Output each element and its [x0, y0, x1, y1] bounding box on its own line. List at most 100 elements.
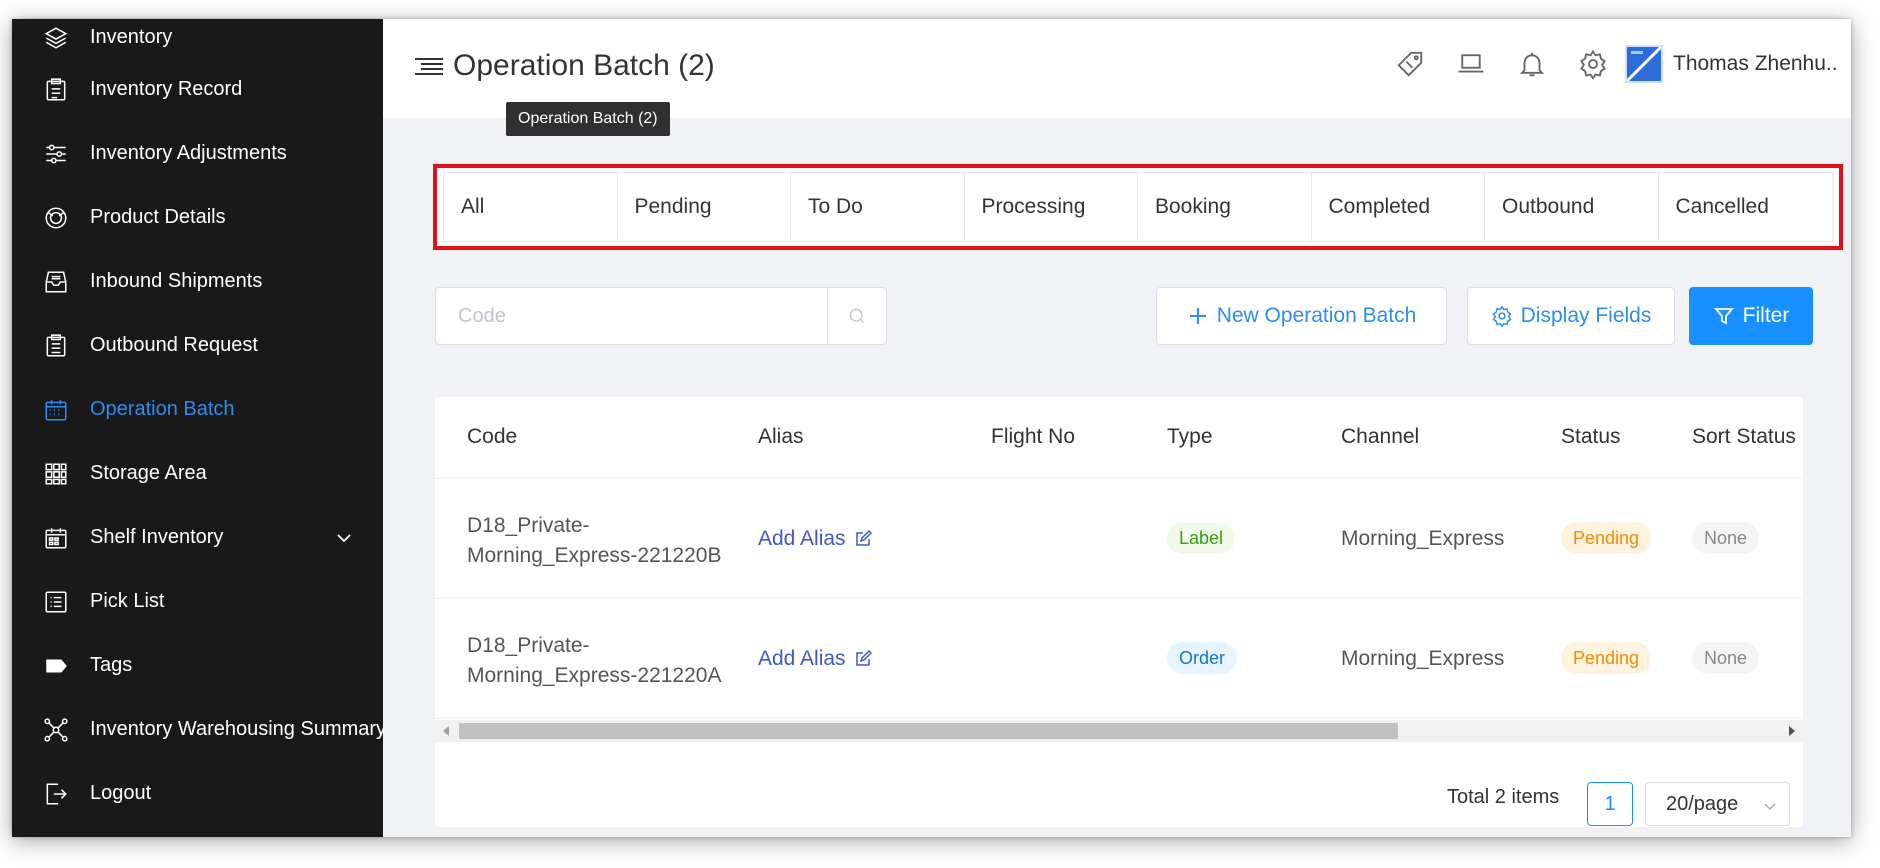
batch-table: Code Alias Flight No Type Channel Status…: [435, 397, 1803, 827]
sidebar-item-label: Shelf Inventory: [90, 526, 224, 548]
sidebar-item-label: Product Details: [90, 206, 226, 228]
gear-icon: [1492, 305, 1512, 327]
table-row[interactable]: D18_Private- Morning_Express-221220A Add…: [435, 599, 1803, 719]
sidebar-item-pick-list[interactable]: Pick List: [12, 577, 383, 627]
column-header-type[interactable]: Type: [1167, 425, 1213, 449]
pagination-page-1[interactable]: 1: [1587, 782, 1633, 826]
filter-label: Filter: [1742, 304, 1790, 327]
sidebar-item-label: Logout: [90, 782, 152, 804]
chevron-down-icon: [1764, 803, 1776, 811]
scroll-right-icon[interactable]: [1789, 726, 1795, 736]
status-badge: Pending: [1561, 522, 1652, 554]
gear-icon[interactable]: [1578, 49, 1608, 80]
add-alias-link[interactable]: Add Alias: [758, 527, 872, 551]
price-tag-icon[interactable]: [1395, 49, 1425, 79]
code-line: D18_Private-: [467, 634, 590, 657]
sidebar-item-label: Inventory: [90, 26, 173, 48]
sidebar-item-label: Outbound Request: [90, 334, 258, 356]
sidebar-item-outbound-request[interactable]: Outbound Request: [12, 321, 383, 371]
app-window: Inventory Inventory Record Inventory Adj…: [12, 19, 1851, 837]
sidebar-item-label: Inventory Adjustments: [90, 142, 287, 164]
tab-outbound[interactable]: Outbound: [1485, 173, 1659, 241]
tag-icon: [42, 652, 70, 680]
user-name[interactable]: Thomas Zhenhu..: [1673, 52, 1838, 76]
add-alias-link[interactable]: Add Alias: [758, 647, 872, 671]
column-header-channel[interactable]: Channel: [1341, 425, 1419, 449]
sidebar-item-tags[interactable]: Tags: [12, 641, 383, 691]
clipboard-list-icon: [42, 332, 70, 360]
search-icon[interactable]: [828, 288, 886, 344]
filter-icon: [1713, 308, 1734, 325]
sidebar-item-operation-batch[interactable]: Operation Batch: [12, 385, 383, 435]
sidebar-item-inventory[interactable]: Inventory: [12, 19, 383, 63]
add-alias-label: Add Alias: [758, 647, 846, 670]
sidebar-item-inventory-adjustments[interactable]: Inventory Adjustments: [12, 129, 383, 179]
status-tabs-highlight: All Pending To Do Processing Booking Com…: [433, 164, 1843, 250]
sidebar-item-storage-area[interactable]: Storage Area: [12, 449, 383, 499]
code-line: Morning_Express-221220B: [467, 544, 722, 567]
column-header-alias[interactable]: Alias: [758, 425, 804, 449]
logout-icon: [42, 780, 70, 808]
sidebar-item-inventory-record[interactable]: Inventory Record: [12, 65, 383, 115]
shelf-icon: [42, 524, 70, 552]
menu-toggle-icon[interactable]: [413, 54, 445, 82]
main-content: Operation Batch (2) Operation Batch (2) …: [383, 19, 1851, 837]
tab-pending[interactable]: Pending: [618, 173, 791, 241]
new-operation-batch-button[interactable]: New Operation Batch: [1156, 287, 1447, 345]
tab-processing[interactable]: Processing: [965, 173, 1138, 241]
avatar[interactable]: [1625, 45, 1663, 83]
sidebar-item-label: Operation Batch: [90, 398, 235, 420]
page-size-value: 20/page: [1666, 792, 1739, 815]
tab-completed[interactable]: Completed: [1312, 173, 1485, 241]
tab-all[interactable]: All: [444, 173, 618, 241]
layers-icon: [42, 24, 70, 52]
scroll-left-icon[interactable]: [443, 726, 449, 736]
sidebar: Inventory Inventory Record Inventory Adj…: [12, 19, 383, 837]
list-icon: [42, 588, 70, 616]
sliders-icon: [42, 140, 70, 168]
sort-status-badge: None: [1692, 522, 1760, 554]
sidebar-item-label: Tags: [90, 654, 133, 676]
search-input[interactable]: [436, 288, 829, 344]
tab-cancelled[interactable]: Cancelled: [1659, 173, 1832, 241]
pagination-total: Total 2 items: [1447, 786, 1560, 808]
type-badge: Label: [1167, 522, 1236, 554]
calendar-icon: [42, 396, 70, 424]
bell-icon[interactable]: [1517, 49, 1547, 79]
table-header: Code Alias Flight No Type Channel Status…: [435, 397, 1803, 479]
column-header-flight-no[interactable]: Flight No: [991, 425, 1075, 449]
sort-status-badge: None: [1692, 642, 1760, 674]
sidebar-item-logout[interactable]: Logout: [12, 769, 383, 819]
tab-to-do[interactable]: To Do: [791, 173, 965, 241]
clipboard-icon: [42, 76, 70, 104]
code-cell: D18_Private- Morning_Express-221220B: [467, 511, 721, 571]
sidebar-item-label: Storage Area: [90, 462, 207, 484]
channel-cell: Morning_Express: [1341, 647, 1505, 670]
sidebar-item-inbound-shipments[interactable]: Inbound Shipments: [12, 257, 383, 307]
sidebar-item-label: Inventory Record: [90, 78, 243, 100]
page-size-select[interactable]: 20/page: [1645, 782, 1790, 826]
sidebar-item-inventory-warehousing-summary[interactable]: Inventory Warehousing Summary: [12, 705, 383, 755]
chevron-down-icon[interactable]: [334, 528, 354, 548]
tab-booking[interactable]: Booking: [1138, 173, 1312, 241]
column-header-code[interactable]: Code: [467, 425, 517, 449]
sidebar-item-shelf-inventory[interactable]: Shelf Inventory: [12, 513, 383, 563]
title-tooltip: Operation Batch (2): [506, 102, 670, 136]
filter-button[interactable]: Filter: [1689, 287, 1813, 345]
column-header-status[interactable]: Status: [1561, 425, 1621, 449]
search-box: [435, 287, 887, 345]
column-header-sort-status[interactable]: Sort Status: [1692, 425, 1796, 449]
product-icon: [42, 204, 70, 232]
horizontal-scrollbar[interactable]: [435, 720, 1803, 742]
table-row[interactable]: D18_Private- Morning_Express-221220B Add…: [435, 479, 1803, 599]
laptop-icon[interactable]: [1456, 49, 1486, 79]
code-line: Morning_Express-221220A: [467, 664, 722, 687]
sidebar-item-label: Pick List: [90, 590, 165, 612]
plus-icon: [1189, 308, 1206, 324]
type-badge: Order: [1167, 642, 1238, 674]
scrollbar-thumb[interactable]: [459, 723, 1398, 739]
code-cell: D18_Private- Morning_Express-221220A: [467, 631, 721, 691]
display-fields-button[interactable]: Display Fields: [1467, 287, 1675, 345]
status-tabs: All Pending To Do Processing Booking Com…: [443, 172, 1833, 242]
sidebar-item-product-details[interactable]: Product Details: [12, 193, 383, 243]
